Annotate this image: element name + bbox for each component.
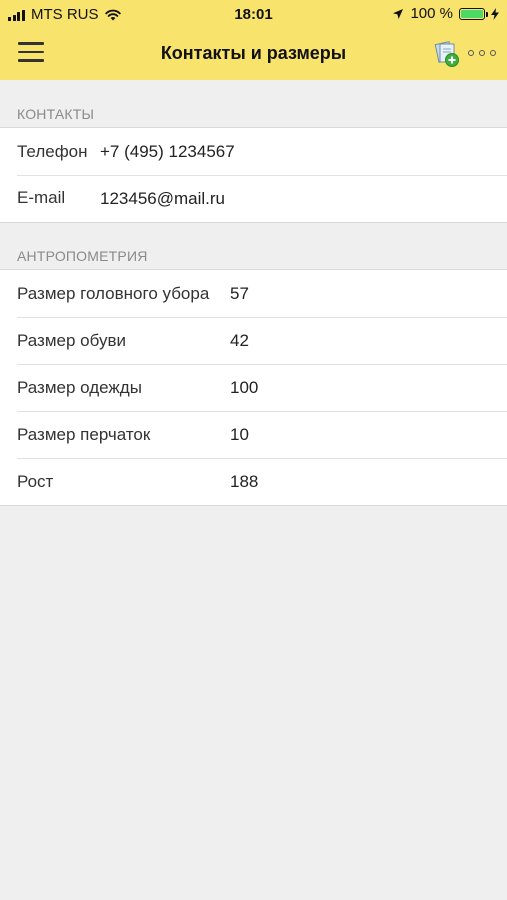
anthropometry-group: Размер головного убора 57 Размер обуви 4… [0, 269, 507, 506]
clothing-size-value: 100 [230, 378, 259, 397]
glove-size-value: 10 [230, 425, 249, 444]
contacts-group: Телефон +7 (495) 1234567 E-mail 123456@m… [0, 127, 507, 223]
more-dots-icon[interactable] [468, 48, 496, 58]
shoe-size-value: 42 [230, 331, 249, 350]
battery-icon [459, 7, 488, 20]
shoe-size-label: Размер обуви [17, 331, 126, 350]
phone-label: Телефон [17, 142, 88, 161]
glove-size-label: Размер перчаток [17, 425, 151, 444]
list-item[interactable]: Размер обуви 42 [0, 317, 507, 364]
battery-percent: 100 % [410, 5, 453, 22]
height-value: 188 [230, 472, 259, 491]
anthropometry-section-header: АНТРОПОМЕТРИЯ [17, 248, 148, 264]
phone-value[interactable]: +7 (495) 1234567 [100, 142, 235, 162]
email-row[interactable]: E-mail 123456@mail.ru [0, 175, 507, 222]
list-item[interactable]: Размер одежды 100 [0, 364, 507, 411]
navigation-bar: Контакты и размеры [0, 28, 507, 80]
location-arrow-icon [393, 8, 404, 19]
list-item[interactable]: Рост 188 [0, 458, 507, 505]
email-label: E-mail [17, 188, 66, 207]
head-size-label: Размер головного убора [17, 284, 210, 303]
contacts-section-header: КОНТАКТЫ [17, 106, 95, 122]
add-document-icon[interactable] [432, 39, 462, 69]
page-title: Контакты и размеры [160, 43, 347, 63]
phone-row[interactable]: Телефон +7 (495) 1234567 [0, 128, 507, 175]
head-size-value: 57 [230, 284, 249, 303]
charging-bolt-icon [491, 7, 499, 20]
clothing-size-label: Размер одежды [17, 378, 142, 397]
height-label: Рост [17, 472, 54, 491]
status-bar: MTS RUS 18:01 100 % [0, 0, 507, 28]
email-value[interactable]: 123456@mail.ru [100, 189, 225, 209]
list-item[interactable]: Размер головного убора 57 [0, 270, 507, 317]
status-right: 100 % [392, 5, 499, 22]
list-item[interactable]: Размер перчаток 10 [0, 411, 507, 458]
